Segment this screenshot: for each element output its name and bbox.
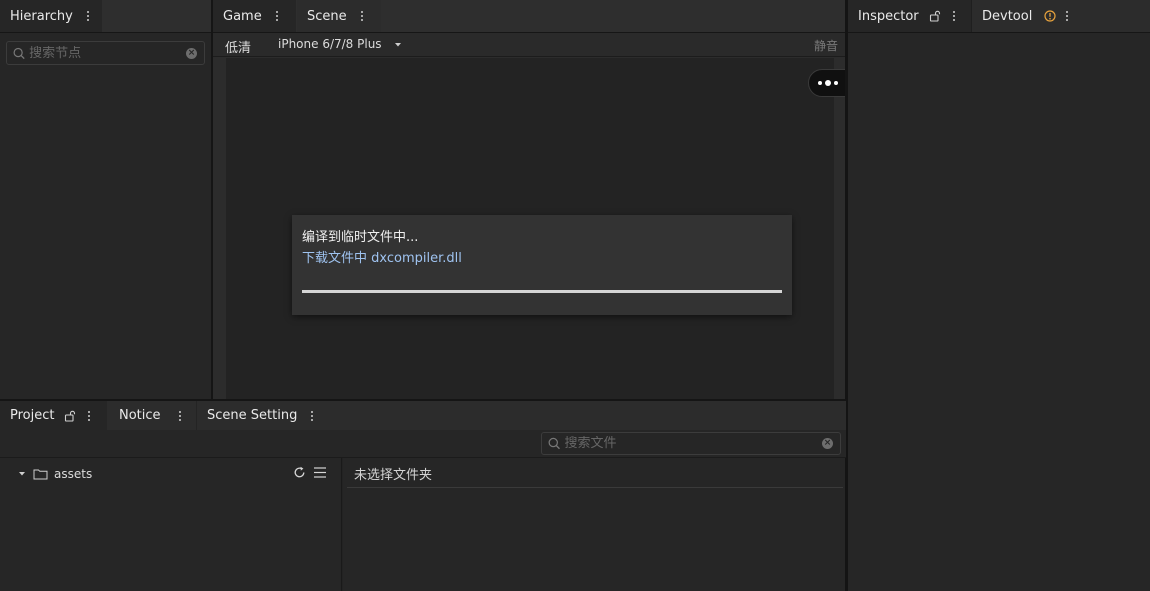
right-tabbar: Inspector Devtool bbox=[848, 0, 1150, 33]
scene-setting-menu-icon[interactable] bbox=[307, 408, 317, 424]
tab-game[interactable]: Game bbox=[213, 0, 296, 32]
search-icon bbox=[13, 47, 25, 59]
project-tree-panel: assets bbox=[0, 458, 342, 591]
devtool-menu-icon[interactable] bbox=[1062, 8, 1072, 24]
project-menu-icon[interactable] bbox=[84, 408, 94, 424]
tab-inspector[interactable]: Inspector bbox=[848, 0, 971, 32]
folder-icon bbox=[33, 469, 48, 480]
loading-progress-track bbox=[302, 290, 782, 293]
game-toolbar: 低清 iPhone 6/7/8 Plus 静音 bbox=[213, 33, 846, 57]
mute-toggle[interactable]: 静音 bbox=[814, 37, 838, 54]
hierarchy-search-field[interactable]: × bbox=[6, 41, 205, 65]
tree-item-label: assets bbox=[54, 467, 93, 481]
clear-search-icon[interactable]: × bbox=[186, 48, 197, 59]
tab-devtool[interactable]: Devtool bbox=[972, 0, 1074, 32]
quality-selector[interactable]: 低清 bbox=[225, 37, 251, 56]
project-search-field[interactable]: × bbox=[541, 432, 841, 455]
loading-title: 编译到临时文件中... bbox=[302, 230, 419, 245]
tab-hierarchy[interactable]: Hierarchy bbox=[0, 0, 102, 32]
bottom-tabbar: Project Notice Scene Setting bbox=[0, 401, 846, 430]
tab-notice-label: Notice bbox=[119, 408, 161, 423]
loading-status: 下载文件中 dxcompiler.dll bbox=[302, 251, 462, 266]
hierarchy-panel: × bbox=[0, 33, 212, 399]
loading-progress-fill bbox=[302, 290, 782, 293]
content-header-divider bbox=[347, 487, 843, 488]
tab-inspector-label: Inspector bbox=[858, 8, 919, 24]
tree-item-assets[interactable]: assets bbox=[18, 466, 92, 482]
list-menu-icon[interactable] bbox=[314, 467, 326, 478]
hierarchy-menu-icon[interactable] bbox=[83, 8, 93, 24]
caret-down-icon bbox=[394, 43, 401, 47]
inspector-panel bbox=[848, 33, 1150, 591]
tab-game-label: Game bbox=[223, 8, 262, 24]
hierarchy-tabbar: Hierarchy bbox=[0, 0, 212, 33]
clear-search-icon[interactable]: × bbox=[822, 438, 833, 449]
project-content-panel: 未选择文件夹 bbox=[343, 458, 845, 591]
tab-hierarchy-label: Hierarchy bbox=[10, 8, 73, 24]
caret-down-icon[interactable] bbox=[18, 471, 26, 477]
loading-dialog: 编译到临时文件中... 下载文件中 dxcompiler.dll bbox=[292, 215, 792, 315]
tab-scene[interactable]: Scene bbox=[297, 0, 381, 32]
refresh-icon[interactable] bbox=[293, 466, 306, 479]
notice-menu-icon[interactable] bbox=[175, 408, 185, 424]
hierarchy-search-input[interactable] bbox=[25, 45, 204, 61]
device-selector-label: iPhone 6/7/8 Plus bbox=[278, 37, 382, 51]
project-search-input[interactable] bbox=[560, 436, 840, 451]
empty-folder-message: 未选择文件夹 bbox=[354, 468, 433, 483]
center-tabbar: Game Scene bbox=[213, 0, 846, 33]
more-dots-icon[interactable] bbox=[809, 80, 846, 86]
tab-scene-setting-label: Scene Setting bbox=[207, 408, 298, 423]
right-tabbar-fill bbox=[1074, 0, 1150, 32]
game-menu-icon[interactable] bbox=[272, 8, 282, 24]
tab-project-label: Project bbox=[10, 408, 55, 423]
unlock-icon[interactable] bbox=[64, 410, 76, 422]
device-selector[interactable]: iPhone 6/7/8 Plus bbox=[278, 37, 402, 51]
tab-scene-setting[interactable]: Scene Setting bbox=[196, 401, 320, 430]
inspector-menu-icon[interactable] bbox=[949, 8, 959, 24]
project-toolbar: × bbox=[0, 430, 846, 458]
hierarchy-tabbar-fill bbox=[102, 0, 212, 32]
unlock-icon[interactable] bbox=[929, 10, 941, 22]
scene-menu-icon[interactable] bbox=[357, 8, 367, 24]
tab-devtool-label: Devtool bbox=[982, 8, 1033, 24]
warning-icon bbox=[1044, 10, 1056, 22]
search-icon bbox=[548, 437, 560, 450]
tab-scene-label: Scene bbox=[307, 8, 347, 24]
tab-notice[interactable]: Notice bbox=[109, 401, 194, 430]
tab-project[interactable]: Project bbox=[0, 401, 107, 430]
